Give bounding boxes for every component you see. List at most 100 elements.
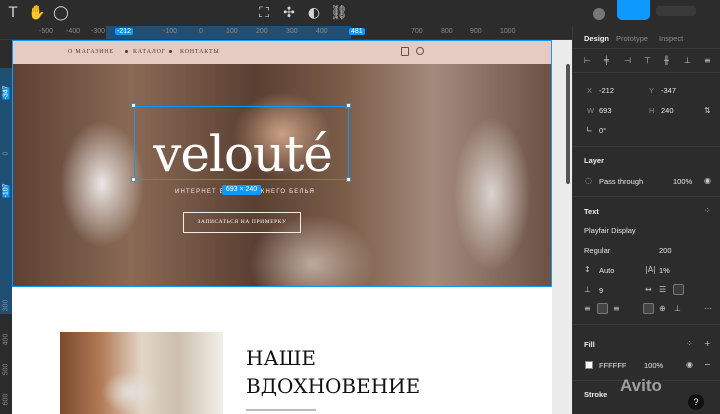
distribute-icon[interactable]: ≡ xyxy=(704,56,711,65)
text-tool-icon[interactable]: T xyxy=(4,4,22,22)
ruler-tick: 400 xyxy=(316,28,328,35)
nav-separator xyxy=(125,50,128,53)
nav-contacts[interactable]: КОНТАКТЫ xyxy=(180,49,220,55)
ruler-tick: -100 xyxy=(163,28,178,35)
ruler-tick: 0 xyxy=(2,151,10,156)
add-fill-icon[interactable]: + xyxy=(704,339,711,348)
line-height-icon: ↕ xyxy=(584,265,591,274)
text-selection-box[interactable] xyxy=(134,106,349,180)
bag-icon[interactable] xyxy=(401,47,409,56)
remove-fill-icon[interactable]: − xyxy=(704,360,711,369)
fill-opacity-field[interactable]: 100% xyxy=(644,361,663,370)
ruler-tick-selected: -107 xyxy=(2,183,10,198)
watermark: Avito xyxy=(620,376,662,395)
blend-mode-select[interactable]: Pass through xyxy=(599,177,643,186)
size-badge: 693 × 240 xyxy=(222,185,261,195)
nav-about[interactable]: О МАГАЗИНЕ xyxy=(68,49,114,55)
rotation-field[interactable]: 0° xyxy=(599,126,606,135)
fill-section-title: Fill xyxy=(584,340,595,349)
auto-height-icon[interactable]: ☰ xyxy=(659,285,666,294)
align-center-h-icon[interactable]: ╪ xyxy=(604,56,609,65)
fill-visibility-icon[interactable]: ◉ xyxy=(686,360,693,369)
ruler-tick: -500 xyxy=(39,28,54,35)
resize-handle[interactable] xyxy=(131,103,136,108)
text-align-left-icon[interactable]: ≡ xyxy=(584,304,591,313)
frame-icon[interactable]: ⛶ xyxy=(255,4,273,22)
letter-spacing-field[interactable]: 1% xyxy=(659,266,670,275)
align-middle-icon[interactable]: ⊕ xyxy=(659,304,666,313)
section-text-placeholder xyxy=(246,409,316,411)
align-middle-icon[interactable]: ╫ xyxy=(664,56,669,65)
tab-inspect[interactable]: Inspect xyxy=(659,34,683,43)
section-title-line2[interactable]: ВДОХНОВЕНИЕ xyxy=(246,374,420,398)
fixed-size-toggle[interactable] xyxy=(673,284,684,295)
component-icon[interactable]: ✣ xyxy=(280,4,298,22)
link-icon[interactable]: ⛓ xyxy=(330,4,348,22)
layer-section-title: Layer xyxy=(584,156,605,165)
text-align-right-icon[interactable]: ≡ xyxy=(613,304,620,313)
ruler-tick-selected: 481 xyxy=(349,28,365,35)
ruler-tick: 300 xyxy=(2,299,10,312)
line-height-field[interactable]: Auto xyxy=(599,266,614,275)
ruler-tick-selected: -347 xyxy=(2,85,10,100)
nav-catalog[interactable]: КАТАЛОГ xyxy=(133,49,166,55)
letter-spacing-icon: |A| xyxy=(645,265,656,274)
resize-handle[interactable] xyxy=(346,103,351,108)
layer-opacity-field[interactable]: 100% xyxy=(673,177,692,186)
fill-hex-field[interactable]: FFFFFF xyxy=(599,361,627,370)
inspiration-photo[interactable] xyxy=(60,332,223,414)
comment-tool-icon[interactable]: ◯ xyxy=(52,4,70,22)
nav-separator xyxy=(169,50,172,53)
text-align-center-toggle[interactable] xyxy=(597,303,608,314)
share-button[interactable] xyxy=(617,0,650,20)
resize-handle[interactable] xyxy=(346,177,351,182)
resize-handle[interactable] xyxy=(131,177,136,182)
zoom-control[interactable] xyxy=(656,6,696,16)
y-field[interactable]: -347 xyxy=(661,86,676,95)
scrollbar[interactable] xyxy=(566,64,570,184)
align-left-icon[interactable]: ⊢ xyxy=(584,56,591,65)
align-top-toggle[interactable] xyxy=(643,303,654,314)
avatar[interactable] xyxy=(593,8,605,20)
font-size-field[interactable]: 200 xyxy=(659,246,672,255)
auto-width-icon[interactable]: ↔ xyxy=(645,285,652,294)
font-family-select[interactable]: Playfair Display xyxy=(584,226,636,235)
paragraph-spacing-field[interactable]: 9 xyxy=(599,286,603,295)
paragraph-spacing-icon: ⊥ xyxy=(584,285,591,294)
text-section-title: Text xyxy=(584,207,599,216)
properties-panel: Design Prototype Inspect ⊢ ╪ ⊣ ⊤ ╫ ⊥ ≡ X… xyxy=(572,26,720,414)
h-field[interactable]: 240 xyxy=(661,106,674,115)
section-title-line1[interactable]: НАШЕ xyxy=(246,346,316,370)
tab-design[interactable]: Design xyxy=(584,34,609,43)
fill-swatch[interactable] xyxy=(585,361,593,369)
align-bottom-icon[interactable]: ⊥ xyxy=(684,56,691,65)
ruler-tick: 100 xyxy=(226,28,238,35)
fitting-button[interactable]: ЗАПИСАТЬСЯ НА ПРИМЕРКУ xyxy=(183,212,301,233)
contrast-icon[interactable]: ◐ xyxy=(305,4,323,22)
tab-prototype[interactable]: Prototype xyxy=(616,34,648,43)
divider xyxy=(573,72,720,73)
align-right-icon[interactable]: ⊣ xyxy=(624,56,631,65)
hand-tool-icon[interactable]: ✋ xyxy=(28,4,46,22)
text-styles-icon[interactable]: ⁘ xyxy=(704,206,711,215)
toolbar xyxy=(0,0,720,26)
align-top-icon[interactable]: ⊤ xyxy=(644,56,651,65)
visibility-icon[interactable]: ◉ xyxy=(704,176,711,185)
constrain-proportions-icon[interactable]: ⇅ xyxy=(704,106,711,115)
horizontal-ruler: -500 -400 -300 -212 -100 0 100 200 300 4… xyxy=(0,26,572,40)
ruler-tick: 500 xyxy=(2,363,10,376)
align-bottom-icon[interactable]: ⊥ xyxy=(674,304,681,313)
help-button[interactable]: ? xyxy=(688,394,704,410)
ruler-tick-selected: -212 xyxy=(115,28,134,35)
search-icon[interactable] xyxy=(416,47,424,55)
w-field[interactable]: 693 xyxy=(599,106,612,115)
ruler-tick: 800 xyxy=(441,28,453,35)
more-options-icon[interactable]: ⋯ xyxy=(704,304,712,313)
font-weight-select[interactable]: Regular xyxy=(584,246,610,255)
vertical-ruler: -347 0 -107 300 400 500 600 xyxy=(0,40,12,414)
divider xyxy=(573,48,720,49)
ruler-tick: 700 xyxy=(411,28,423,35)
x-field[interactable]: -212 xyxy=(599,86,614,95)
fill-styles-icon[interactable]: ⁘ xyxy=(686,339,693,348)
divider xyxy=(573,146,720,147)
